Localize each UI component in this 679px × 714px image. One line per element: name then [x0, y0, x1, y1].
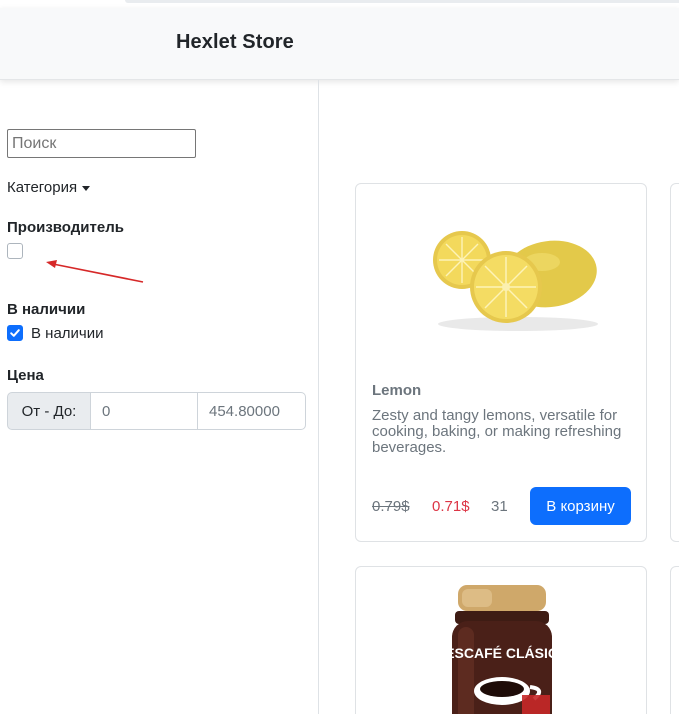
in-stock-checkbox[interactable]: [7, 325, 23, 341]
browser-top-strip: [0, 0, 679, 8]
product-card: NESCAFÉ CLÁSICO: [355, 566, 647, 714]
coffee-jar-image: NESCAFÉ CLÁSICO: [446, 585, 558, 714]
price-range-group: От - До: 0 454.80000: [7, 392, 306, 430]
product-old-price: 0.79$: [372, 498, 410, 515]
search-input[interactable]: [7, 129, 196, 158]
annotation-arrow-icon: [46, 260, 144, 283]
product-card-partial: [670, 183, 679, 542]
jar-label-text: NESCAFÉ CLÁSICO: [446, 645, 558, 661]
manufacturer-heading: Производитель: [7, 219, 124, 236]
price-heading: Цена: [7, 367, 44, 384]
product-sale-price: 0.71$: [432, 498, 470, 515]
stock-heading: В наличии: [7, 301, 86, 318]
brand-title[interactable]: Hexlet Store: [176, 31, 294, 54]
in-stock-label[interactable]: В наличии: [31, 325, 104, 342]
product-card: Lemon Zesty and tangy lemons, versatile …: [355, 183, 647, 542]
sidebar-divider: [318, 80, 319, 714]
manufacturer-checkbox[interactable]: [7, 243, 23, 259]
caret-down-icon: [82, 185, 91, 191]
price-from-input[interactable]: 0: [91, 392, 198, 430]
price-to-input[interactable]: 454.80000: [198, 392, 306, 430]
lemon-image: [433, 231, 598, 331]
category-dropdown[interactable]: Категория: [7, 179, 91, 196]
product-card-partial: [670, 566, 679, 714]
category-dropdown-label: Категория: [7, 179, 78, 196]
price-range-addon: От - До:: [7, 392, 91, 430]
navbar: Hexlet Store: [0, 8, 679, 80]
product-description: Zesty and tangy lemons, versatile for co…: [372, 407, 622, 456]
check-icon: [10, 329, 20, 337]
product-title: Lemon: [372, 382, 422, 399]
browser-tab-edge: [125, 0, 679, 3]
add-to-cart-button[interactable]: В корзину: [530, 487, 631, 525]
product-quantity: 31: [491, 498, 508, 515]
